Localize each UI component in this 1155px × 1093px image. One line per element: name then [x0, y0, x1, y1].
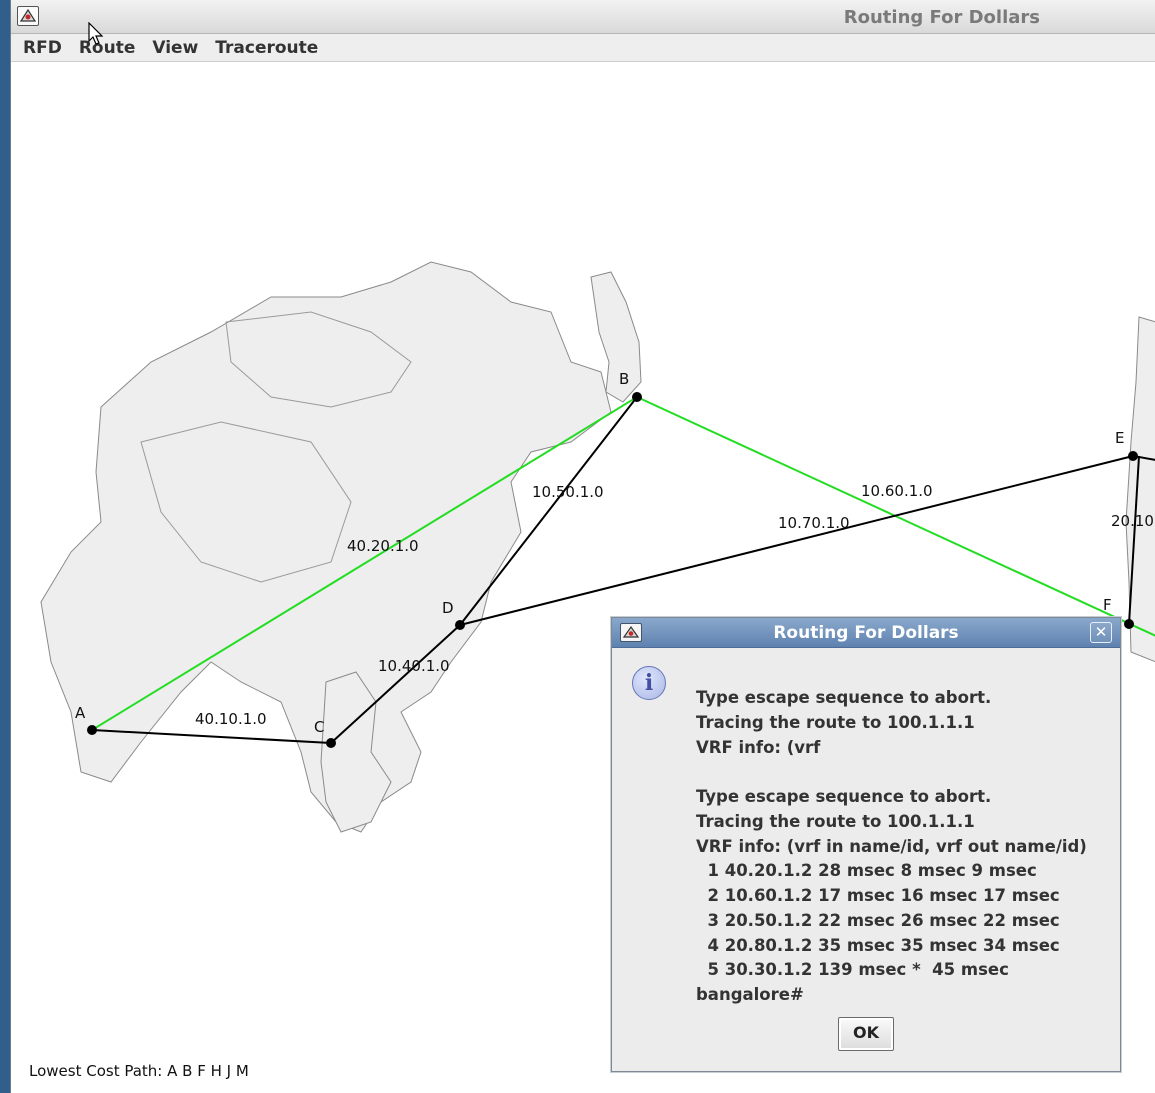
node-e[interactable]: [1128, 451, 1138, 461]
link-label-c-d: 10.40.1.0: [378, 657, 450, 675]
output-line: Tracing the route to 100.1.1.1: [696, 811, 975, 831]
app-icon[interactable]: [17, 6, 39, 26]
link-d-e[interactable]: [459, 455, 1134, 626]
node-label-c: C: [314, 718, 324, 736]
title-bar[interactable]: Routing For Dollars: [11, 0, 1155, 34]
menu-rfd[interactable]: RFD: [23, 38, 62, 58]
link-label-d-b: 10.50.1.0: [532, 483, 604, 501]
output-line: VRF info: (vrf: [696, 737, 821, 757]
node-label-f: F: [1103, 596, 1112, 614]
link-label-a-c: 40.10.1.0: [195, 710, 267, 728]
traceroute-dialog: Routing For Dollars ✕ i Type escape sequ…: [611, 617, 1121, 1072]
link-label-d-e: 10.70.1.0: [778, 514, 850, 532]
output-line: Tracing the route to 100.1.1.1: [696, 712, 975, 732]
output-line: Type escape sequence to abort.: [696, 787, 992, 806]
mouse-pointer-icon: [88, 21, 104, 50]
traceroute-output: Type escape sequence to abort. Tracing t…: [696, 686, 1116, 1008]
dialog-title-bar[interactable]: Routing For Dollars ✕: [612, 618, 1120, 648]
close-icon[interactable]: ✕: [1090, 622, 1112, 643]
menu-bar: RFD Route View Traceroute: [11, 34, 1155, 62]
link-label-e-f: 20.10: [1111, 512, 1154, 530]
output-line: VRF info: (vrf in name/id, vrf out name/…: [696, 836, 1087, 856]
node-label-a: A: [75, 704, 86, 722]
node-d[interactable]: [455, 620, 465, 630]
lowest-cost-path-status: Lowest Cost Path: A B F H J M: [29, 1062, 249, 1080]
node-c[interactable]: [326, 738, 336, 748]
menu-traceroute[interactable]: Traceroute: [215, 38, 318, 58]
output-line: Type escape sequence to abort.: [696, 688, 992, 707]
node-label-b: B: [619, 370, 629, 388]
node-b[interactable]: [632, 392, 642, 402]
node-label-d: D: [442, 599, 454, 617]
ok-button[interactable]: OK: [838, 1017, 894, 1051]
output-line: 1 40.20.1.2 28 msec 8 msec 9 msec: [696, 861, 1037, 881]
output-line: 5 30.30.1.2 139 msec * 45 msec: [696, 960, 1009, 980]
dialog-title: Routing For Dollars: [773, 623, 959, 643]
info-icon: i: [632, 666, 666, 700]
output-line: bangalore#: [696, 985, 804, 1004]
output-line: 3 20.50.1.2 22 msec 26 msec 22 msec: [696, 910, 1060, 930]
menu-view[interactable]: View: [152, 38, 198, 58]
node-label-e: E: [1115, 429, 1124, 447]
node-f[interactable]: [1124, 619, 1134, 629]
output-line: 4 20.80.1.2 35 msec 35 msec 34 msec: [696, 935, 1060, 955]
window-title: Routing For Dollars: [843, 7, 1040, 28]
node-a[interactable]: [87, 725, 97, 735]
output-line: 2 10.60.1.2 17 msec 16 msec 17 msec: [696, 886, 1060, 905]
link-label-a-b: 40.20.1.0: [347, 537, 419, 555]
link-label-b-f: 10.60.1.0: [861, 482, 933, 500]
